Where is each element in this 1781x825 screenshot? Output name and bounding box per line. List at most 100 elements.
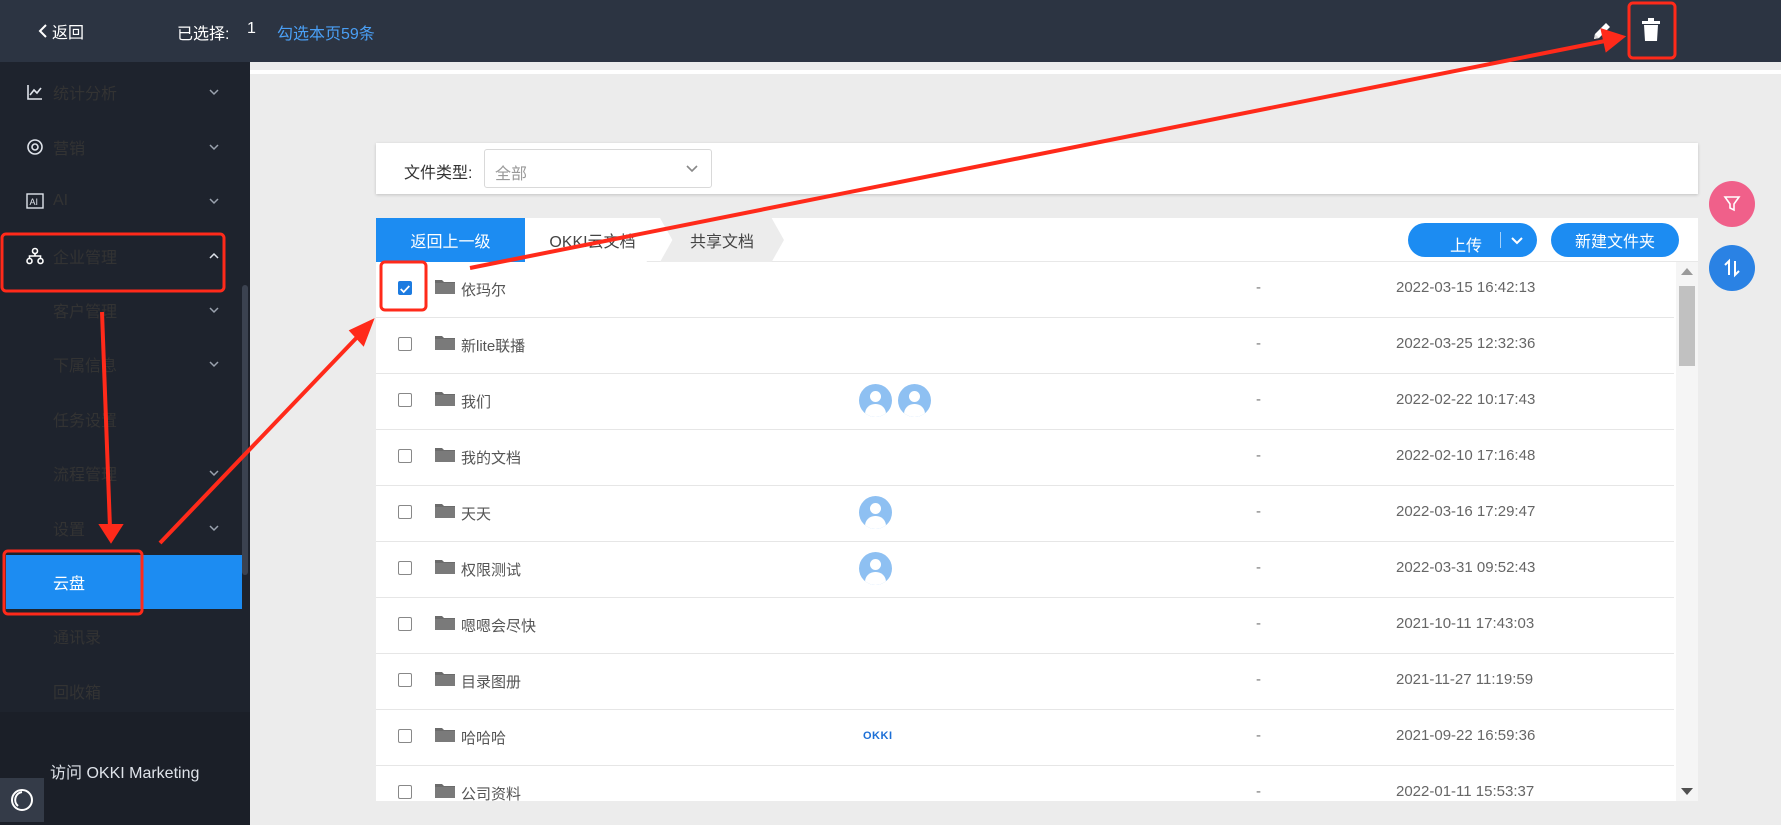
sidebar-item[interactable]: 企业管理 [0,229,242,283]
sidebar-item[interactable]: 通讯录 [0,609,242,663]
sidebar-scrollbar[interactable] [242,285,248,575]
row-checkbox[interactable] [398,281,412,295]
file-size: - [1256,279,1261,296]
avatar [859,496,892,529]
theme-toggle-button[interactable] [0,778,44,822]
folder-icon [434,277,456,295]
file-name[interactable]: 依玛尔 [461,279,506,300]
file-row[interactable]: 天天 - 2022-03-16 17:29:47 [376,486,1674,542]
shared-users [859,496,892,529]
sidebar-item[interactable]: 设置 [0,501,242,555]
file-row[interactable]: 公司资料 - 2022-01-11 15:53:37 [376,766,1674,801]
row-checkbox[interactable] [398,337,412,351]
row-checkbox[interactable] [398,393,412,407]
file-name[interactable]: 天天 [461,503,491,524]
selected-label: 已选择: [177,26,230,43]
file-name[interactable]: 嗯嗯会尽快 [461,615,536,636]
visit-okki-link[interactable]: 访问 OKKI Marketing [50,759,199,783]
sidebar-item[interactable]: 客户管理 [0,283,242,337]
back-label: 返回 [52,25,85,42]
file-date: 2021-11-27 11:19:59 [1396,671,1534,688]
filter-bar: 文件类型: 全部 [376,143,1698,194]
row-checkbox[interactable] [398,729,412,743]
sidebar-item[interactable]: 下属信息 [0,337,242,391]
sidebar-item-label: 回收箱 [53,685,102,702]
file-date: 2022-01-11 15:53:37 [1396,783,1535,800]
chevron-down-icon [686,165,698,173]
folder-icon [434,389,456,407]
chevron-down-icon[interactable] [1510,234,1524,248]
file-size: - [1256,503,1261,520]
file-name[interactable]: 权限测试 [461,559,521,580]
folder-icon [434,445,456,463]
arrow-head-checkbox [348,318,375,347]
select-page-link[interactable]: 勾选本页59条 [277,20,375,44]
okki-logo: OKKI [863,730,893,742]
scroll-down-arrow[interactable] [1681,788,1693,795]
sidebar-item[interactable]: 云盘 [6,555,242,609]
scroll-thumb[interactable] [1679,286,1695,366]
file-row[interactable]: 哈哈哈 OKKI - 2021-09-22 16:59:36 [376,710,1674,766]
file-size: - [1256,615,1261,632]
back-button[interactable]: 返回 [38,19,84,43]
file-row[interactable]: 新lite联播 - 2022-03-25 12:32:36 [376,318,1674,374]
sidebar-item-label: 通讯录 [53,630,102,647]
svg-text:AI: AI [30,197,39,207]
avatar [859,384,892,417]
row-checkbox[interactable] [398,505,412,519]
breadcrumb-okki-docs[interactable]: OKKI云文档 [525,218,660,262]
trash-icon[interactable] [1639,17,1663,43]
sidebar-item[interactable]: 统计分析 [0,65,242,119]
row-checkbox[interactable] [398,449,412,463]
filter-fab-button[interactable] [1709,181,1755,227]
sort-fab-button[interactable] [1709,245,1755,291]
chevron-up-icon [209,252,219,259]
file-date: 2021-10-11 17:43:03 [1396,615,1535,632]
file-type-select[interactable]: 全部 [484,149,712,188]
scroll-up-arrow[interactable] [1681,268,1693,275]
sidebar-item[interactable]: 流程管理 [0,446,242,500]
back-up-button[interactable]: 返回上一级 [376,218,525,262]
sidebar-item-label: 客户管理 [53,304,118,321]
folder-icon [434,669,456,687]
upload-label: 上传 [1450,238,1483,255]
file-row[interactable]: 我们 - 2022-02-22 10:17:43 [376,374,1674,430]
file-type-label: 文件类型: [404,165,473,182]
target-icon [26,138,44,156]
row-checkbox[interactable] [398,673,412,687]
file-name[interactable]: 公司资料 [461,783,521,801]
file-date: 2022-03-16 17:29:47 [1396,503,1536,520]
file-date: 2022-02-10 17:16:48 [1396,447,1536,464]
file-row[interactable]: 嗯嗯会尽快 - 2021-10-11 17:43:03 [376,598,1674,654]
row-checkbox[interactable] [398,617,412,631]
sidebar-item-label: 下属信息 [53,358,118,375]
file-name[interactable]: 目录图册 [461,671,521,692]
row-checkbox[interactable] [398,561,412,575]
sidebar-item[interactable]: 回收箱 [0,664,242,718]
file-row[interactable]: 目录图册 - 2021-11-27 11:19:59 [376,654,1674,710]
sidebar-item-label: 企业管理 [53,250,118,267]
breadcrumb-shared-docs[interactable]: 共享文档 [660,218,784,262]
file-row[interactable]: 我的文档 - 2022-02-10 17:16:48 [376,430,1674,486]
file-row[interactable]: 依玛尔 - 2022-03-15 16:42:13 [376,262,1674,318]
new-folder-button[interactable]: 新建文件夹 [1551,223,1679,257]
file-name[interactable]: 哈哈哈 [461,727,506,748]
sidebar-item[interactable]: 营销 [0,120,242,174]
row-checkbox[interactable] [398,785,412,799]
file-name[interactable]: 我的文档 [461,447,521,468]
sidebar-item[interactable]: 任务设置 [0,392,242,446]
avatar [859,552,892,585]
pencil-icon[interactable] [1590,19,1614,43]
file-row[interactable]: 权限测试 - 2022-03-31 09:52:43 [376,542,1674,598]
file-size: - [1256,783,1261,800]
sort-arrows-icon [1724,258,1740,278]
upload-button[interactable]: 上传 [1408,223,1537,257]
shared-users [859,384,931,417]
file-name[interactable]: 我们 [461,391,491,412]
sidebar-item[interactable]: AI AI [0,174,242,228]
file-list-scrollbar[interactable] [1676,262,1698,801]
folder-icon [434,725,456,743]
folder-icon [434,333,456,351]
file-name[interactable]: 新lite联播 [461,335,525,356]
chevron-down-icon [209,198,219,205]
